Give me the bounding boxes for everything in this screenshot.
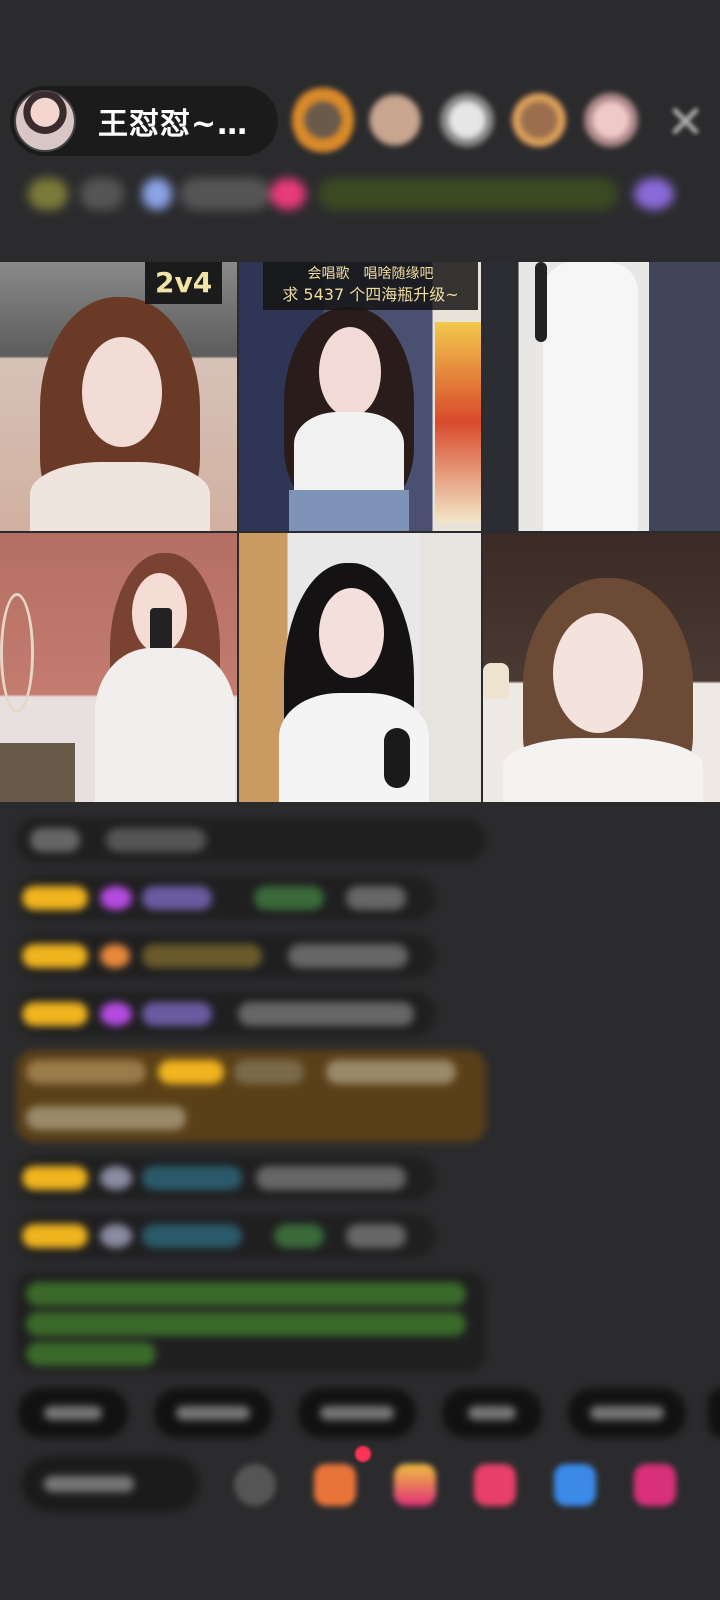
chat-message [16, 992, 436, 1036]
top-viewers-list [292, 86, 642, 154]
quick-reply-chip[interactable] [568, 1388, 686, 1438]
streamer-banner: 会唱歌 唱啥随缘吧 求 5437 个四海瓶升级~ [263, 262, 478, 310]
emoji-icon[interactable] [234, 1464, 276, 1506]
multi-guest-video-grid [0, 262, 720, 802]
viewer-avatar[interactable] [508, 86, 570, 154]
chat-message [16, 1214, 436, 1258]
guest-video-tile[interactable] [0, 533, 237, 802]
quick-reply-chip[interactable] [18, 1388, 128, 1438]
bottom-toolbar [22, 1452, 720, 1516]
viewer-avatar[interactable] [580, 86, 642, 154]
chat-message-highlight [16, 1050, 486, 1142]
chat-message [16, 934, 436, 978]
viewer-avatar[interactable] [436, 86, 498, 154]
quick-reply-chip[interactable] [298, 1388, 416, 1438]
guest-video-tile[interactable] [483, 262, 720, 531]
guest-video-tile[interactable] [239, 533, 481, 802]
quick-reply-chip[interactable] [442, 1388, 542, 1438]
viewer-avatar[interactable] [292, 86, 354, 154]
game-icon[interactable] [554, 1464, 596, 1506]
quick-reply-chip[interactable] [154, 1388, 272, 1438]
chat-input-button[interactable] [22, 1456, 200, 1512]
chat-message-list [16, 818, 486, 1386]
guest-video-tile[interactable] [483, 533, 720, 802]
quick-reply-chips [18, 1388, 720, 1444]
host-name: 王怼怼~… [98, 107, 249, 142]
live-room-screen: 王怼怼~… 2v4 会唱歌 唱啥随缘吧 求 5437 个四海瓶升级~ [0, 0, 720, 1600]
viewer-avatar[interactable] [364, 86, 426, 154]
chat-message [16, 1156, 436, 1200]
host-avatar[interactable] [14, 90, 76, 152]
chat-message-system [16, 1272, 486, 1372]
more-icon[interactable] [634, 1464, 676, 1506]
gift-icon[interactable] [474, 1464, 516, 1506]
close-icon[interactable] [668, 104, 702, 138]
notification-dot [355, 1446, 371, 1462]
banner-line-1: 会唱歌 唱啥随缘吧 [307, 266, 434, 282]
chat-message [16, 818, 486, 862]
room-info-row [18, 172, 688, 216]
pk-mode-label: 2v4 [145, 262, 223, 304]
banner-line-2: 求 5437 个四海瓶升级~ [282, 285, 459, 304]
host-info-pill[interactable]: 王怼怼~… [10, 86, 278, 156]
treasure-icon[interactable] [394, 1464, 436, 1506]
gift-box-icon[interactable] [314, 1464, 356, 1506]
chat-message [16, 876, 436, 920]
quick-reply-chip[interactable] [708, 1388, 720, 1438]
